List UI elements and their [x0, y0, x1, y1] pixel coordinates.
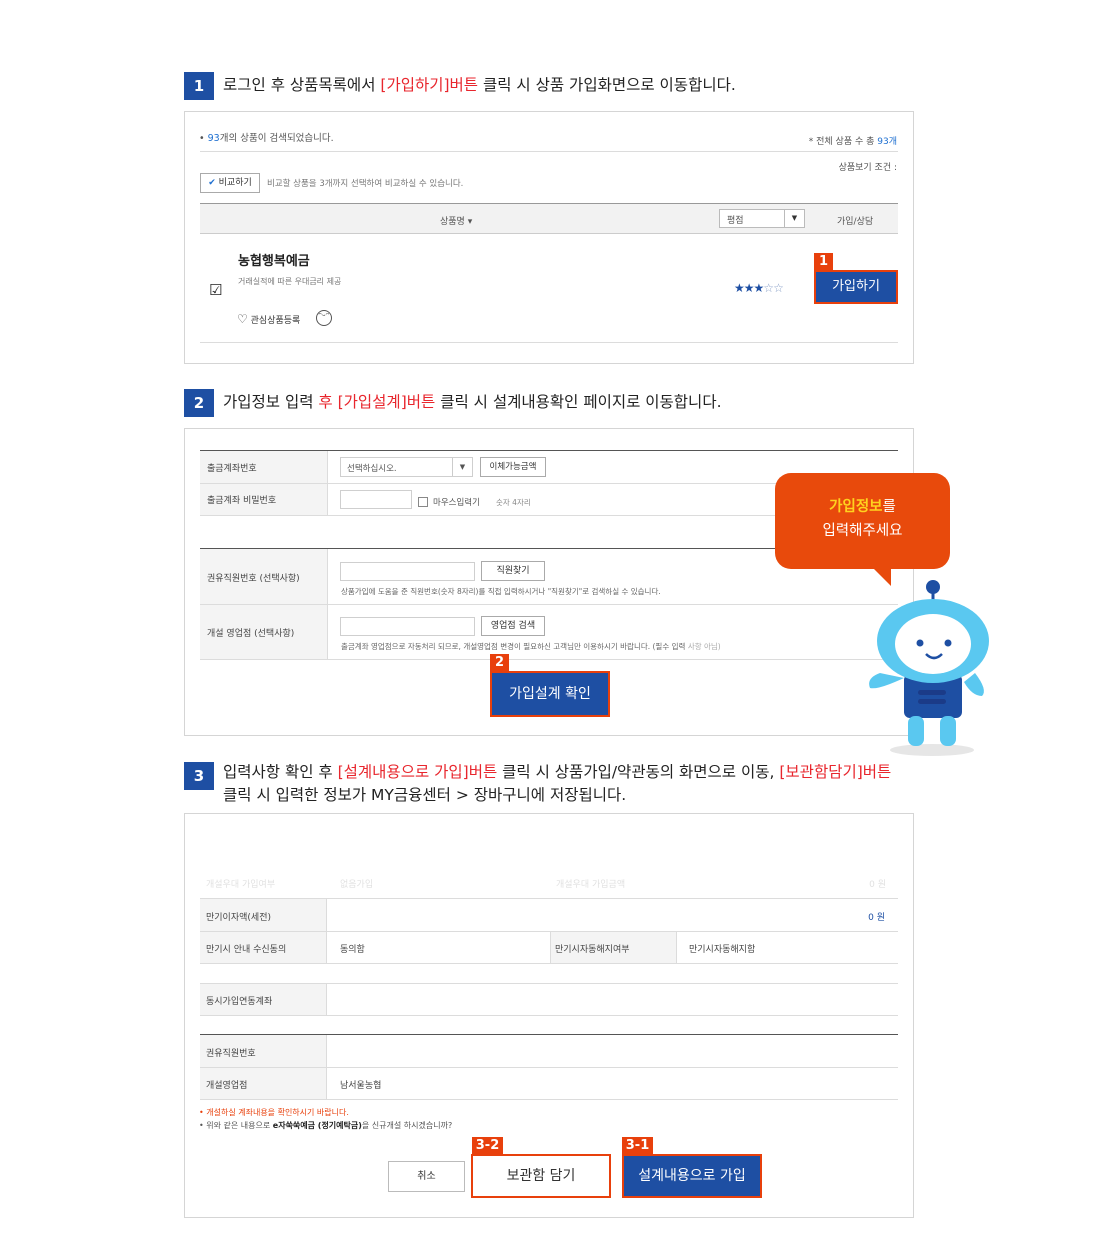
- design-confirm-button[interactable]: 가입설계 확인: [490, 671, 610, 717]
- account-select[interactable]: 선택하십시오. ▼: [340, 457, 473, 477]
- employee-number-hint: 상품가입에 도움을 준 직원번호(숫자 8자리)를 직접 입력하시거나 "직원찾…: [341, 587, 661, 596]
- select-checkbox-icon[interactable]: ☑: [209, 282, 225, 298]
- password-input[interactable]: [340, 490, 412, 509]
- step-2-description: 가입정보 입력 후 [가입설계]버튼 클릭 시 설계내용확인 페이지로 이동합니…: [223, 391, 722, 413]
- step-1-description: 로그인 후 상품목록에서 [가입하기]버튼 클릭 시 상품 가입화면으로 이동합…: [223, 74, 736, 96]
- step-3-1-badge: 3-1: [622, 1137, 653, 1155]
- rating-stars: ★★★☆☆: [734, 281, 784, 295]
- join-with-design-button[interactable]: 설계내용으로 가입: [622, 1154, 762, 1198]
- step-3-number: 3: [184, 762, 214, 790]
- faded-cell-1: 개설우대 가입여부: [206, 880, 276, 890]
- password-hint: 숫자 4자리: [496, 498, 531, 507]
- step-3-text-mid: 클릭 시 상품가입/약관동의 화면으로 이동,: [497, 763, 780, 781]
- view-condition-label: 상품보기 조건 :: [838, 163, 897, 173]
- star-filled-icon: ★: [734, 281, 745, 295]
- employee-number-input[interactable]: [340, 562, 475, 581]
- step-3-text-pre: 입력사항 확인 후: [223, 763, 338, 781]
- maturity-notice-label: 만기시 안내 수신동의: [206, 945, 287, 955]
- col-product-name[interactable]: 상품명 ▾: [440, 214, 472, 227]
- step-2-badge: 2: [490, 654, 509, 672]
- compare-note: 비교할 상품을 3개까지 선택하여 비교하실 수 있습니다.: [267, 179, 464, 189]
- faded-cell-2: 없음가입: [340, 880, 374, 890]
- compare-button[interactable]: ✔ 비교하기: [200, 173, 260, 193]
- account-select-value: 선택하십시오.: [347, 464, 397, 474]
- star-filled-icon: ★: [743, 281, 755, 295]
- auto-close-label: 만기시자동해지여부: [555, 945, 630, 955]
- confirm-note-1: • 개설하실 계좌내용을 확인하시기 바랍니다.: [199, 1108, 349, 1117]
- star-empty-icon: ☆: [773, 281, 784, 295]
- step-1-number: 1: [184, 72, 214, 100]
- withdraw-account-label: 출금계좌번호: [207, 464, 257, 474]
- favorite-button[interactable]: ♡ 관심상품등록: [237, 312, 300, 326]
- step-3-description-line-2: 클릭 시 입력한 정보가 MY금융센터 > 장바구니에 저장됩니다.: [223, 786, 627, 804]
- mouse-input-checkbox[interactable]: [418, 497, 428, 507]
- product-desc: 거래실적에 따른 우대금리 제공: [238, 277, 342, 286]
- step-1-text-post: 클릭 시 상품 가입화면으로 이동합니다.: [478, 76, 736, 94]
- maturity-interest-label: 만기이자액(세전): [206, 913, 271, 923]
- step-3-highlight: [설계내용으로 가입]버튼: [337, 763, 498, 781]
- find-employee-button[interactable]: 직원찾기: [481, 561, 545, 581]
- step-2-number: 2: [184, 389, 214, 417]
- rating-sort-select[interactable]: 평점 ▼: [719, 209, 805, 228]
- col-join: 가입/상담: [837, 217, 874, 227]
- guide-speech-bubble: 가입정보를 입력해주세요: [775, 473, 950, 569]
- check-icon: ✔: [208, 178, 216, 188]
- bubble-line-1: 가입정보를: [829, 499, 896, 515]
- step-3-2-badge: 3-2: [472, 1137, 503, 1155]
- bubble-line-2: 입력해주세요: [822, 523, 903, 539]
- chevron-down-icon: ▼: [784, 210, 804, 227]
- branch-hint: 출금계좌 영업점으로 자동처리 되므로, 개설영업점 변경이 필요하신 고객님만…: [341, 642, 721, 651]
- account-password-label: 출금계좌 비밀번호: [207, 496, 277, 506]
- branch-search-button[interactable]: 영업점 검색: [481, 616, 545, 636]
- rating-select-label: 평점: [727, 216, 744, 226]
- faded-cell-4: 0 원: [869, 880, 886, 890]
- branch-label: 개설 영업점 (선택사항): [207, 629, 295, 639]
- branch-input[interactable]: [340, 617, 475, 636]
- mouse-input-label: 마우스입력기: [433, 498, 480, 508]
- design-confirm-screenshot: 개설우대 가입여부 없음가입 개설우대 가입금액 0 원 만기이자액(세전) 0…: [184, 813, 914, 1218]
- confirm-note-2: • 위와 같은 내용으로 e자쑥쑥예금 (정기예탁금)을 신규개설 하시겠습니까…: [199, 1121, 453, 1130]
- save-to-cart-button[interactable]: 보관함 담기: [471, 1154, 611, 1198]
- search-count: • 93개의 상품이 검색되었습니다.: [199, 133, 334, 144]
- employee-number-label: 권유직원번호 (선택사항): [207, 574, 300, 584]
- faded-row: 개설우대 가입여부 없음가입 개설우대 가입금액 0 원: [200, 872, 898, 892]
- branch-value-3: 남서울농협: [340, 1081, 382, 1091]
- branch-label-3: 개설영업점: [206, 1081, 248, 1091]
- cancel-button[interactable]: 취소: [388, 1161, 465, 1192]
- step-2-text-pre: 가입정보 입력: [223, 393, 319, 411]
- smiley-icon[interactable]: ᵔᵕᵔ: [316, 310, 332, 326]
- step-3-highlight-2: [보관함담기]버튼: [779, 763, 892, 781]
- compare-button-label: 비교하기: [218, 178, 252, 188]
- step-1-text-pre: 로그인 후 상품목록에서: [223, 76, 381, 94]
- robot-mascot-icon: [869, 580, 989, 756]
- star-filled-icon: ★: [753, 281, 765, 295]
- star-empty-icon: ☆: [763, 281, 774, 295]
- total-count: * 전체 상품 수 총 93개: [808, 137, 897, 147]
- heart-icon: ♡: [237, 312, 248, 326]
- product-list-screenshot: • 93개의 상품이 검색되었습니다. * 전체 상품 수 총 93개 상품보기…: [184, 111, 914, 364]
- step-1-highlight: [가입하기]버튼: [380, 76, 479, 94]
- transferable-amount-button[interactable]: 이체가능금액: [480, 457, 546, 477]
- product-name[interactable]: 농협행복예금: [238, 250, 310, 269]
- linked-account-label: 동시가입연동계좌: [206, 997, 273, 1007]
- product-table-header: 상품명 ▾ 평점 ▼ 가입/상담: [200, 203, 898, 234]
- auto-close-value: 만기시자동해지함: [689, 945, 756, 955]
- step-2-text-post: 클릭 시 설계내용확인 페이지로 이동합니다.: [435, 393, 722, 411]
- chevron-down-icon: ▼: [452, 458, 472, 476]
- maturity-notice-value: 동의함: [340, 945, 365, 955]
- employee-number-label-3: 권유직원번호: [206, 1049, 256, 1059]
- step-1-badge: 1: [814, 253, 833, 271]
- favorite-label: 관심상품등록: [250, 316, 301, 326]
- join-button[interactable]: 가입하기: [814, 270, 898, 304]
- step-3-description: 입력사항 확인 후 [설계내용으로 가입]버튼 클릭 시 상품가입/약관동의 화…: [223, 761, 891, 783]
- faded-cell-3: 개설우대 가입금액: [556, 880, 626, 890]
- maturity-interest-value: 0 원: [868, 913, 885, 923]
- step-2-highlight: 후 [가입설계]버튼: [318, 393, 436, 411]
